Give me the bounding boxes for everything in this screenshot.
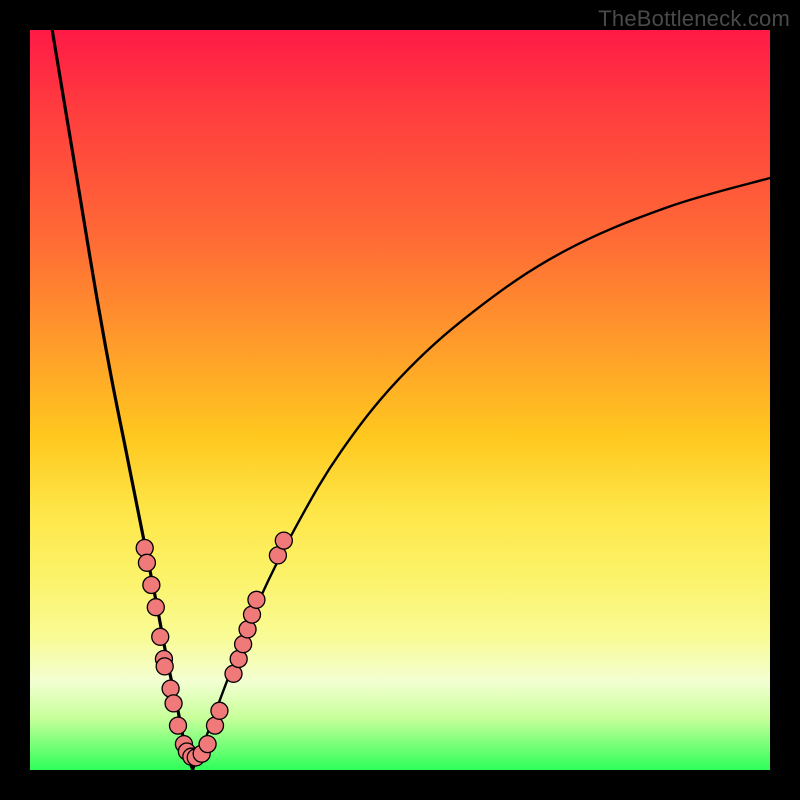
data-dot xyxy=(143,577,160,594)
data-dot xyxy=(165,695,182,712)
data-dot xyxy=(170,717,187,734)
dot-layer xyxy=(136,532,292,766)
curve-right_branch xyxy=(193,178,770,770)
data-dot xyxy=(156,658,173,675)
watermark-text: TheBottleneck.com xyxy=(598,6,790,32)
data-dot xyxy=(275,532,292,549)
data-dot xyxy=(248,591,265,608)
chart-svg xyxy=(30,30,770,770)
data-dot xyxy=(211,702,228,719)
data-dot xyxy=(147,599,164,616)
data-dot xyxy=(162,680,179,697)
plot-area xyxy=(30,30,770,770)
data-dot xyxy=(199,736,216,753)
data-dot xyxy=(152,628,169,645)
chart-frame: TheBottleneck.com xyxy=(0,0,800,800)
data-dot xyxy=(138,554,155,571)
